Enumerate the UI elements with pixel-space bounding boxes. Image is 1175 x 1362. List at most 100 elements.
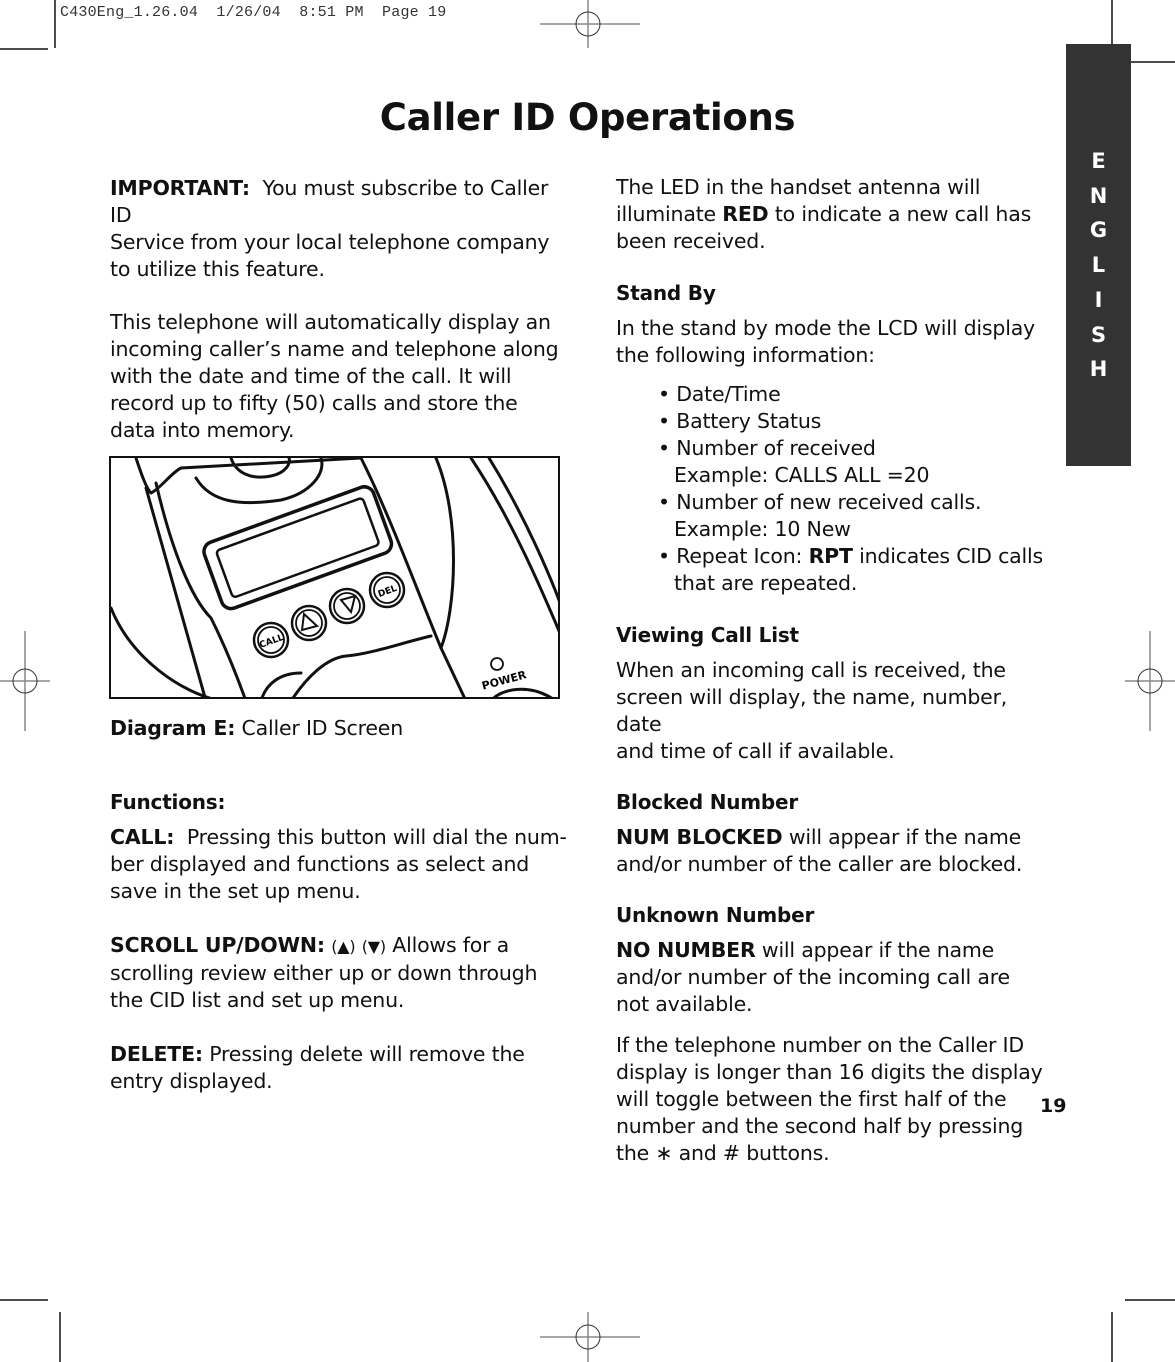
text-line: ber displayed and functions as select an… [110,852,530,876]
tab-letter: N [1089,183,1108,208]
important-label: IMPORTANT: [110,176,250,200]
bullet-text: Repeat Icon: [676,544,803,568]
bullet-text: indicates CID calls [859,544,1043,568]
right-column: The LED in the handset antenna will illu… [616,174,1056,1167]
down-symbol: (▼) [361,937,386,956]
caption-label: Diagram E: [110,716,236,740]
list-item: • Battery Status [658,409,822,433]
keypad-panel-top [291,634,433,697]
registration-mark-left [0,631,50,731]
earpiece [229,458,291,479]
bullet-text: Date/Time [676,382,781,406]
text-line: with the date and time of the call. It w… [110,364,512,388]
text-line: and/or number of the incoming call are [616,965,1010,989]
text-line: save in the set up menu. [110,879,361,903]
standby-bullet-list: • Date/Time • Battery Status • Number of… [616,381,1056,597]
print-slug: C430Eng_1.26.04 1/26/04 8:51 PM Page 19 [60,4,447,21]
red-label: RED [722,202,769,226]
functions-section: Functions: CALL: Pressing this button wi… [110,789,570,1095]
list-item: • Date/Time [658,382,781,406]
lcd-screen [202,485,394,611]
handset-illustration: CALL DEL POWER [111,458,558,697]
text-line: If the telephone number on the Caller ID [616,1033,1024,1057]
tab-letter: L [1091,253,1106,278]
scroll-label: SCROLL UP/DOWN: [110,933,325,957]
text-line: been received. [616,229,766,253]
text-line: and time of call if available. [616,739,895,763]
text-line: When an incoming call is received, the [616,658,1006,682]
bullet-text: that are repeated. [674,571,858,595]
tab-letter: H [1089,357,1108,382]
text-line: entry displayed. [110,1069,273,1093]
text-line: screen will display, the name, number, d… [616,685,1008,736]
text-line: In the stand by mode the LCD will displa… [616,316,1035,340]
text-line: display is longer than 16 digits the dis… [616,1060,1043,1084]
bullet-example: Example: CALLS ALL =20 [674,463,930,487]
text-line: Pressing this button will dial the num- [186,825,567,849]
text-line: scrolling review either up or down throu… [110,961,538,985]
registration-mark-bottom [540,1312,640,1362]
page-number: 19 [1040,1095,1067,1117]
language-tab-letters: E N G L I S H [1066,144,1131,387]
list-item: • Repeat Icon: RPT indicates CID calls th… [616,543,1056,597]
delete-label: DELETE: [110,1042,203,1066]
del-button: DEL [368,571,406,609]
registration-mark-top [540,0,640,48]
bullet-text: Number of new received calls. [676,490,982,514]
text-line: the ∗ and # buttons. [616,1141,830,1165]
caption-text: Caller ID Screen [241,716,404,740]
text-line: number and the second half by pressing [616,1114,1024,1138]
text-line: not available. [616,992,753,1016]
text-line: record up to fifty (50) calls and store … [110,391,518,415]
call-button: CALL [252,621,290,659]
base-edge [487,458,558,602]
blocked-heading: Blocked Number [616,790,799,814]
text-line: to utilize this feature. [110,257,325,281]
bullet-text: Battery Status [676,409,822,433]
power-indicator: POWER [480,657,553,697]
tab-letter: G [1089,218,1108,243]
text-line: the CID list and set up menu. [110,988,405,1012]
text-line: The LED in the handset antenna will [616,175,981,199]
diagram-caption: Diagram E: Caller ID Screen [110,715,570,742]
page-title: Caller ID Operations [379,96,796,139]
text-line: This telephone will automatically displa… [110,310,551,334]
text-line: the following information: [616,343,875,367]
functions-heading: Functions: [110,790,226,814]
unknown-heading: Unknown Number [616,903,815,927]
tab-letter: E [1091,149,1106,173]
registration-mark-right [1125,631,1175,731]
call-label: CALL: [110,825,175,849]
text-line: to indicate a new call has [774,202,1032,226]
bullet-example: Example: 10 New [674,517,851,541]
num-blocked-label: NUM BLOCKED [616,825,783,849]
list-item: • Number of new received calls. Example: … [616,489,1056,543]
bullet-text: Number of received [676,436,876,460]
no-number-label: NO NUMBER [616,938,756,962]
text-line: will toggle between the first half of th… [616,1087,1007,1111]
scroll-down-button [328,587,366,625]
text-line: will appear if the name [788,825,1022,849]
rpt-label: RPT [808,544,853,568]
text-line: illuminate [616,202,716,226]
tab-letter: S [1090,322,1107,347]
text-line: will appear if the name [761,938,995,962]
power-led-icon [490,657,504,671]
standby-heading: Stand By [616,281,716,305]
text-line: Pressing delete will remove the [209,1042,525,1066]
tab-letter: I [1094,287,1103,312]
scroll-up-button [290,604,328,642]
viewing-heading: Viewing Call List [616,623,799,647]
power-button-outline [492,687,553,697]
up-symbol: (▲) [331,937,356,956]
cradle-outline [434,458,455,650]
language-tab: E N G L I S H [1066,44,1131,466]
important-section: IMPORTANT: You must subscribe to Caller … [110,175,570,444]
handset-left-inner [154,481,247,697]
base-edge [469,458,558,633]
text-line: Service from your local telephone compan… [110,230,550,254]
text-line: incoming caller’s name and telephone alo… [110,337,559,361]
diagram-e-handset: CALL DEL POWER [109,456,560,699]
list-item: • Number of received Example: CALLS ALL =… [616,435,1056,489]
text-line: data into memory. [110,418,295,442]
